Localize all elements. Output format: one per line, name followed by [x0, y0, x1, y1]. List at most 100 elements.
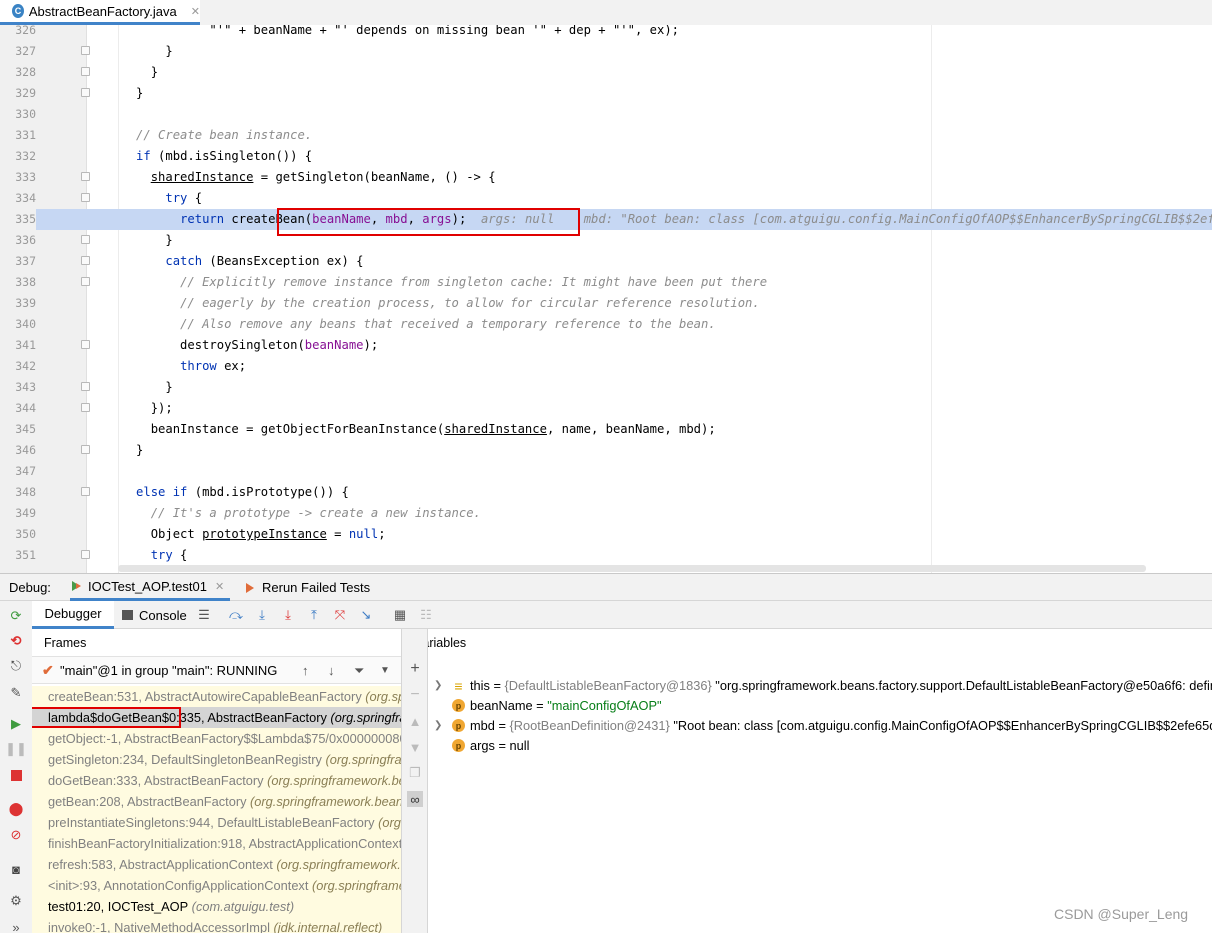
copy-icon[interactable]: ❐: [407, 765, 423, 781]
pause-program-icon[interactable]: ❚❚: [5, 741, 27, 757]
code-line[interactable]: 345 beanInstance = getObjectForBeanInsta…: [0, 419, 1212, 440]
fold-marker-icon[interactable]: [81, 487, 90, 496]
mute-breakpoints-icon[interactable]: ⊘: [8, 827, 24, 843]
thread-selector[interactable]: ✔ "main"@1 in group "main": RUNNING ↑ ↓ …: [32, 656, 401, 684]
run-to-cursor-icon[interactable]: ↘: [358, 607, 374, 623]
stack-frame-row[interactable]: doGetBean:333, AbstractBeanFactory (org.…: [32, 770, 401, 791]
fold-marker-icon[interactable]: [81, 235, 90, 244]
tab-debugger[interactable]: Debugger: [32, 601, 114, 629]
variable-row[interactable]: p beanName = "mainConfigOfAOP": [428, 696, 1212, 716]
tab-rerun-failed-tests[interactable]: Rerun Failed Tests: [244, 574, 370, 601]
remove-watch-icon[interactable]: −: [407, 686, 423, 703]
code-line[interactable]: 327 }: [0, 41, 1212, 62]
expand-arrow-icon[interactable]: ❯: [434, 716, 442, 736]
stack-frame-row[interactable]: getBean:208, AbstractBeanFactory (org.sp…: [32, 791, 401, 812]
rerun-failed-icon[interactable]: ⟲: [8, 633, 24, 649]
code-line[interactable]: 347: [0, 461, 1212, 482]
evaluate-expression-icon[interactable]: ▦: [392, 607, 408, 623]
resume-program-icon[interactable]: ▶: [8, 716, 24, 732]
expand-arrow-icon[interactable]: ❯: [434, 676, 442, 696]
code-line[interactable]: 341 destroySingleton(beanName);: [0, 335, 1212, 356]
show-execution-point-icon[interactable]: ⤼: [228, 607, 244, 623]
code-line[interactable]: 342 throw ex;: [0, 356, 1212, 377]
restore-layout-icon[interactable]: ⎋: [8, 658, 24, 674]
close-session-icon[interactable]: ✕: [215, 580, 224, 593]
code-line[interactable]: 340 // Also remove any beans that receiv…: [0, 314, 1212, 335]
code-line[interactable]: 330: [0, 104, 1212, 125]
drop-frame-icon[interactable]: ⤧: [332, 607, 348, 623]
variable-value: "org.springframework.beans.factory.suppo…: [715, 678, 1212, 693]
variable-row[interactable]: ❯ p mbd = {RootBeanDefinition@2431} "Root …: [428, 716, 1212, 736]
fold-marker-icon[interactable]: [81, 445, 90, 454]
step-out-icon[interactable]: ⤒: [306, 607, 322, 623]
step-into-icon[interactable]: ⤓: [280, 607, 296, 623]
fold-marker-icon[interactable]: [81, 277, 90, 286]
code-line[interactable]: 328 }: [0, 62, 1212, 83]
down-arrow-icon[interactable]: ↓: [328, 663, 335, 678]
variable-row[interactable]: ❯ ≡ this = {DefaultListableBeanFactory@183…: [428, 676, 1212, 696]
stack-frame-row[interactable]: refresh:583, AbstractApplicationContext …: [32, 854, 401, 875]
code-line[interactable]: 329 }: [0, 83, 1212, 104]
variable-row[interactable]: p args = null: [428, 736, 1212, 756]
close-tab-icon[interactable]: ✕: [191, 5, 200, 18]
code-line[interactable]: 339 // eagerly by the creation process, …: [0, 293, 1212, 314]
stack-frame-row[interactable]: finishBeanFactoryInitialization:918, Abs…: [32, 833, 401, 854]
stack-frame-row[interactable]: getObject:-1, AbstractBeanFactory$$Lambd…: [32, 728, 401, 749]
new-watch-icon[interactable]: +: [407, 660, 423, 677]
code-line[interactable]: 331 // Create bean instance.: [0, 125, 1212, 146]
stack-frame-row[interactable]: getSingleton:234, DefaultSingletonBeanRe…: [32, 749, 401, 770]
code-editor[interactable]: 326 "'" + beanName + "' depends on missi…: [0, 25, 1212, 573]
camera-icon[interactable]: ◙: [8, 861, 24, 877]
code-line[interactable]: 332 if (mbd.isSingleton()) {: [0, 146, 1212, 167]
editor-tab-abstractbeanfactory[interactable]: C AbstractBeanFactory.java ✕: [0, 0, 200, 25]
settings-wrench-icon[interactable]: ✎: [8, 685, 24, 701]
gear-icon[interactable]: ⚙: [8, 893, 24, 909]
stack-frame-row[interactable]: preInstantiateSingletons:944, DefaultLis…: [32, 812, 401, 833]
code-line[interactable]: 351 try {: [0, 545, 1212, 566]
move-down-icon[interactable]: ▼: [407, 739, 423, 755]
fold-marker-icon[interactable]: [81, 382, 90, 391]
code-line[interactable]: 337 catch (BeansException ex) {: [0, 251, 1212, 272]
fold-marker-icon[interactable]: [81, 403, 90, 412]
stop-icon[interactable]: [8, 767, 24, 783]
code-line[interactable]: 326 "'" + beanName + "' depends on missi…: [0, 25, 1212, 41]
view-breakpoints-icon[interactable]: ⬤: [8, 801, 24, 817]
fold-marker-icon[interactable]: [81, 256, 90, 265]
code-line[interactable]: 346 }: [0, 440, 1212, 461]
code-line[interactable]: 343 }: [0, 377, 1212, 398]
tab-debug-session[interactable]: IOCTest_AOP.test01 ✕: [70, 574, 230, 601]
code-line[interactable]: 349 // It's a prototype -> create a new …: [0, 503, 1212, 524]
code-line[interactable]: 338 // Explicitly remove instance from s…: [0, 272, 1212, 293]
fold-marker-icon[interactable]: [81, 46, 90, 55]
rerun-icon[interactable]: ⟳: [8, 608, 24, 624]
code-line[interactable]: 335 return createBean(beanName, mbd, arg…: [0, 209, 1212, 230]
code-token: // Also remove any beans that received a…: [180, 317, 716, 331]
fold-marker-icon[interactable]: [81, 193, 90, 202]
editor-horizontal-scrollbar[interactable]: [118, 565, 1146, 572]
glasses-icon[interactable]: ∞: [407, 791, 423, 807]
chevron-down-icon[interactable]: ▼: [380, 665, 390, 676]
up-arrow-icon[interactable]: ↑: [302, 663, 309, 678]
code-line[interactable]: 334 try {: [0, 188, 1212, 209]
stack-frame-row[interactable]: <init>:93, AnnotationConfigApplicationCo…: [32, 875, 401, 896]
menu-lines-icon[interactable]: ☰: [196, 607, 212, 623]
code-line[interactable]: 336 }: [0, 230, 1212, 251]
code-line[interactable]: 348 else if (mbd.isPrototype()) {: [0, 482, 1212, 503]
fold-marker-icon[interactable]: [81, 340, 90, 349]
code-line[interactable]: 344 });: [0, 398, 1212, 419]
code-line[interactable]: 333 sharedInstance = getSingleton(beanNa…: [0, 167, 1212, 188]
trace-stream-icon[interactable]: ☷: [418, 607, 434, 623]
stack-frame-row[interactable]: test01:20, IOCTest_AOP (com.atguigu.test…: [32, 896, 401, 917]
filter-icon[interactable]: ⏷: [354, 663, 364, 679]
fold-marker-icon[interactable]: [81, 172, 90, 181]
frame-method: invoke0:-1, NativeMethodAccessorImpl: [48, 920, 270, 933]
stack-frame-row[interactable]: createBean:531, AbstractAutowireCapableB…: [32, 686, 401, 707]
fold-marker-icon[interactable]: [81, 88, 90, 97]
tab-console[interactable]: Console: [122, 601, 187, 629]
code-line[interactable]: 350 Object prototypeInstance = null;: [0, 524, 1212, 545]
fold-marker-icon[interactable]: [81, 550, 90, 559]
stack-frame-row[interactable]: invoke0:-1, NativeMethodAccessorImpl (jd…: [32, 917, 401, 933]
fold-marker-icon[interactable]: [81, 67, 90, 76]
step-over-icon[interactable]: ⤓: [254, 607, 270, 623]
move-up-icon[interactable]: ▲: [407, 713, 423, 729]
